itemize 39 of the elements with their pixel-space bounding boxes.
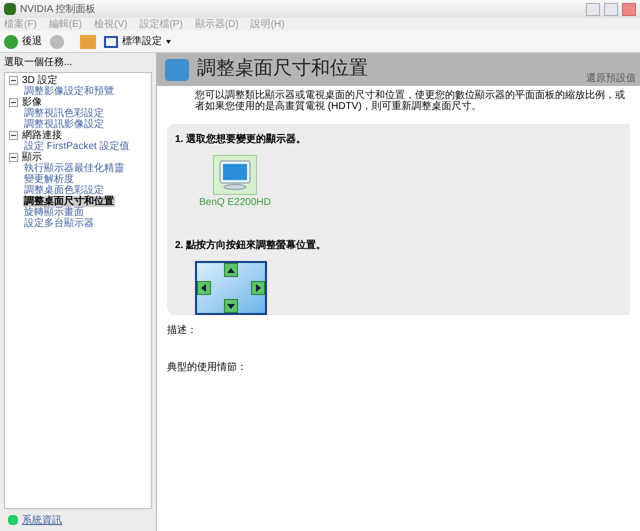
tree-item[interactable]: 調整桌面色彩設定 [23, 185, 105, 196]
collapse-icon[interactable] [9, 153, 18, 162]
close-button[interactable] [622, 2, 636, 16]
view-button[interactable]: 標準設定 [104, 34, 171, 49]
down-arrow-button[interactable] [224, 299, 238, 313]
step-heading: 1. 選取您想要變更的顯示器。 [175, 132, 308, 147]
caret-icon [166, 40, 171, 44]
description-label: 描述： [166, 324, 198, 338]
tree-category[interactable]: 3D 設定 [22, 75, 58, 86]
step-heading: 2. 點按方向按鈕來調整螢幕位置。 [175, 238, 328, 253]
collapse-icon[interactable] [9, 131, 18, 140]
sidebar-heading: 選取一個任務... [3, 56, 74, 70]
tree-item[interactable]: 調整桌面尺寸和位置 [23, 196, 115, 207]
tree-category[interactable]: 網路連接 [22, 130, 62, 141]
tree-item[interactable]: 調整影像設定和預覽 [23, 86, 115, 97]
tree-item[interactable]: 變更解析度 [23, 174, 75, 185]
usage-label: 典型的使用情節： [166, 360, 248, 375]
collapse-icon[interactable] [9, 76, 18, 85]
back-button[interactable]: 後退 [4, 34, 42, 49]
tree-category[interactable]: 顯示 [22, 152, 42, 163]
tree-item[interactable]: 調整視訊影像設定 [23, 119, 105, 130]
display-name: BenQ E2200HD [199, 196, 271, 210]
tree-item[interactable]: 旋轉顯示畫面 [23, 207, 85, 218]
tree-item[interactable]: 調整視訊色彩設定 [23, 108, 105, 119]
right-arrow-button[interactable] [251, 281, 265, 295]
page-title: 調整桌面尺寸和位置 [197, 57, 368, 82]
display-tile[interactable] [213, 155, 257, 195]
window-title: NVIDIA 控制面板 [20, 2, 97, 16]
page-description: 您可以調整類比顯示器或電視桌面的尺寸和位置，使更您的數位顯示器的平面面板的縮放比例，或者如果您使用的是高畫質電視 (HDTV)，則可重新調整桌面尺寸。 [194, 88, 626, 112]
monitor-icon [218, 160, 252, 190]
up-arrow-button[interactable] [224, 263, 238, 277]
system-info-link[interactable]: 系統資訊 [22, 512, 62, 528]
tree-item[interactable]: 執行顯示器最佳化精靈 [23, 163, 125, 174]
restore-defaults-link[interactable]: 還原預設值 [586, 71, 636, 86]
tree-category[interactable]: 影像 [22, 97, 42, 108]
tree-item[interactable]: 設定多台顯示器 [23, 218, 95, 229]
collapse-icon[interactable] [9, 98, 18, 107]
tree-item[interactable]: 設定 FirstPacket 設定值 [23, 141, 131, 152]
left-arrow-button[interactable] [197, 281, 211, 295]
